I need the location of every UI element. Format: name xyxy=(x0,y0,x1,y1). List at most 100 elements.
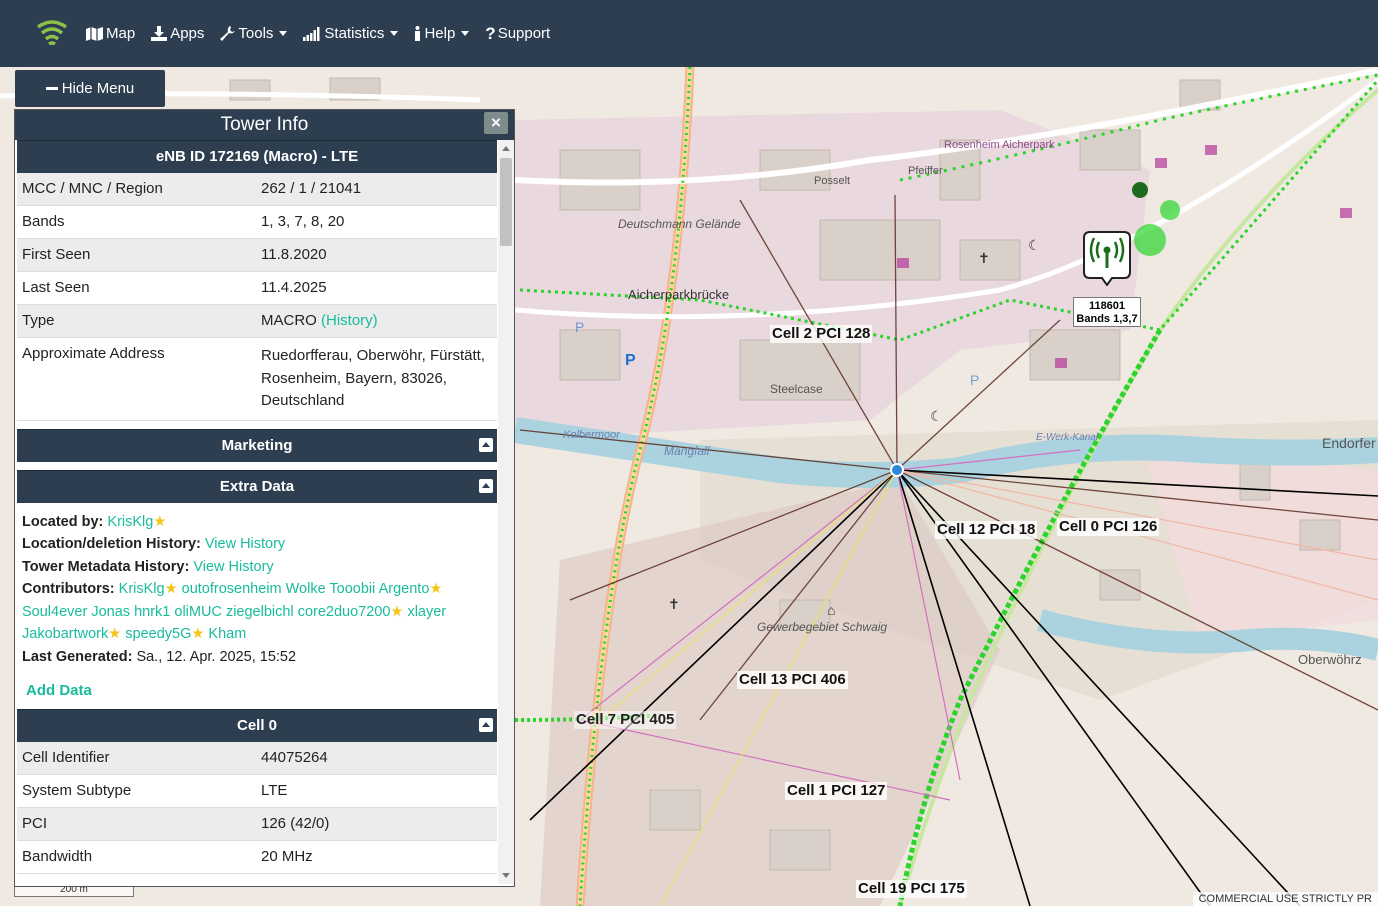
cell-value: LTE xyxy=(261,782,288,799)
contributor-link[interactable]: core2duo7200 xyxy=(298,604,391,620)
nav-support[interactable]: ? Support xyxy=(485,24,550,44)
contributor-link[interactable]: ziegelbichl xyxy=(226,604,294,620)
nav-statistics[interactable]: Statistics xyxy=(303,25,399,42)
wifi-logo-icon[interactable] xyxy=(28,14,76,54)
contributors-label: Contributors: xyxy=(22,581,115,597)
contributor-link[interactable]: speedy5G xyxy=(125,626,191,642)
place-label: Steelcase xyxy=(770,382,823,396)
nav-map[interactable]: Map xyxy=(86,25,135,42)
contributors-list: Contributors: KrisKlg★ outofrosenheim Wo… xyxy=(22,578,492,646)
contributor-link[interactable]: Tooobii xyxy=(329,581,375,597)
cell-value: 44075264 xyxy=(261,749,328,766)
place-label: E-Werk-Kanal xyxy=(1036,432,1099,443)
collapse-icon[interactable] xyxy=(479,437,493,452)
cell-section-header[interactable]: Cell 0 xyxy=(17,709,497,742)
info-row: MCC / MNC / Region 262 / 1 / 21041 xyxy=(17,173,497,206)
cell-label-1[interactable]: Cell 1 PCI 127 xyxy=(785,782,888,800)
tower-marker[interactable] xyxy=(1082,230,1132,287)
cell-key: PCI xyxy=(22,815,48,832)
svg-text:☾: ☾ xyxy=(1028,237,1041,253)
place-label: Rosenheim Aicherpark xyxy=(944,139,1055,151)
cell-title: Cell 0 xyxy=(236,717,278,734)
contributor-link[interactable]: Soul4ever xyxy=(22,604,87,620)
cell-label-12[interactable]: Cell 12 PCI 18 xyxy=(935,521,1038,539)
place-label: Pfeiffer xyxy=(908,165,943,177)
contributor-link[interactable]: outofrosenheim xyxy=(182,581,282,597)
tower-tag[interactable]: 118601 Bands 1,3,7 xyxy=(1073,297,1141,327)
hide-menu-button[interactable]: Hide Menu xyxy=(15,70,165,107)
cell-label-2[interactable]: Cell 2 PCI 128 xyxy=(770,325,873,343)
close-icon[interactable]: × xyxy=(484,112,508,134)
location-history-link[interactable]: View History xyxy=(205,536,285,552)
nav-apps[interactable]: Apps xyxy=(151,25,204,42)
nav-apps-label: Apps xyxy=(170,25,205,42)
tower-info-panel: Tower Info × eNB ID 172169 (Macro) - LTE… xyxy=(14,109,515,887)
cell-row: Cell Identifier 44075264 xyxy=(17,742,497,775)
nav-support-label: Support xyxy=(497,25,551,42)
nav-help-label: Help xyxy=(424,25,456,42)
extra-data-section-header[interactable]: Extra Data xyxy=(17,469,497,503)
info-row: Type MACRO (History) xyxy=(17,305,497,338)
contributor-link[interactable]: xlayer xyxy=(407,604,446,620)
info-row: Last Seen 11.4.2025 xyxy=(17,272,497,305)
info-key: Bands xyxy=(22,213,65,230)
nav-tools-label: Tools xyxy=(238,25,274,42)
info-value: 11.4.2025 xyxy=(261,279,327,296)
metadata-history-link[interactable]: View History xyxy=(193,559,273,575)
place-label: Mangfall xyxy=(664,444,710,458)
nav-help[interactable]: Help xyxy=(414,25,470,42)
place-label: Oberwöhrz xyxy=(1298,652,1362,667)
svg-text:⌂: ⌂ xyxy=(827,602,835,618)
cell-value: 126 (42/0) xyxy=(261,815,330,832)
located-by-link[interactable]: KrisKlg xyxy=(107,514,153,530)
contributor-link[interactable]: hnrk1 xyxy=(134,604,170,620)
contributor-link[interactable]: Kham xyxy=(208,626,246,642)
nav-statistics-label: Statistics xyxy=(324,25,385,42)
star-icon: ★ xyxy=(108,626,122,642)
contributor-link[interactable]: Wolke xyxy=(286,581,326,597)
wrench-icon xyxy=(220,26,236,41)
collapse-icon[interactable] xyxy=(479,718,493,732)
place-label: Kolbermoor xyxy=(563,429,620,441)
tower-header: eNB ID 172169 (Macro) - LTE xyxy=(17,140,497,173)
cell-row: System Subtype LTE xyxy=(17,775,497,808)
contributor-link[interactable]: Jonas xyxy=(91,604,130,620)
type-history-link[interactable]: (History) xyxy=(321,312,378,329)
cell-key: Bandwidth xyxy=(22,848,93,865)
collapse-icon[interactable] xyxy=(479,478,493,493)
cell-label-19[interactable]: Cell 19 PCI 175 xyxy=(856,880,967,898)
last-generated-label: Last Generated: xyxy=(22,648,133,665)
metadata-history-label: Tower Metadata History: xyxy=(22,558,190,575)
located-by-label: Located by: xyxy=(22,513,104,530)
svg-text:P: P xyxy=(970,372,979,388)
place-label: Aicherparkbrücke xyxy=(628,287,730,302)
star-icon: ★ xyxy=(164,581,178,597)
info-value: 1, 3, 7, 8, 20 xyxy=(261,213,345,230)
scroll-down-icon[interactable] xyxy=(502,873,510,878)
add-data-link[interactable]: Add Data xyxy=(17,674,497,707)
cell-label-0[interactable]: Cell 0 PCI 126 xyxy=(1057,518,1160,536)
nav-tools[interactable]: Tools xyxy=(220,25,288,42)
map-icon xyxy=(86,26,103,41)
panel-scrollbar[interactable] xyxy=(498,140,514,884)
scroll-thumb[interactable] xyxy=(500,158,512,246)
marketing-section-header[interactable]: Marketing xyxy=(17,428,497,462)
svg-text:P: P xyxy=(575,319,584,335)
scroll-up-icon[interactable] xyxy=(502,146,510,151)
contributor-link[interactable]: KrisKlg xyxy=(119,581,165,597)
contributor-link[interactable]: oliMUC xyxy=(174,604,222,620)
cell-label-13[interactable]: Cell 13 PCI 406 xyxy=(737,671,848,689)
tower-tag-bands: Bands 1,3,7 xyxy=(1076,313,1138,325)
contributor-link[interactable]: Jakobartwork xyxy=(22,626,108,642)
location-history-label: Location/deletion History: xyxy=(22,536,201,552)
star-icon: ★ xyxy=(153,513,167,530)
extra-data-title: Extra Data xyxy=(219,477,295,495)
cell-row: Bandwidth 20 MHz xyxy=(17,841,497,874)
nav-map-label: Map xyxy=(106,25,136,42)
star-icon: ★ xyxy=(390,603,404,620)
contributor-link[interactable]: Argento xyxy=(379,581,430,597)
place-label: Gewerbegebiet Schwaig xyxy=(757,620,888,634)
place-label: Endorfer xyxy=(1322,435,1376,451)
cell-label-7[interactable]: Cell 7 PCI 405 xyxy=(574,711,677,729)
info-value: MACRO (History) xyxy=(257,305,497,337)
